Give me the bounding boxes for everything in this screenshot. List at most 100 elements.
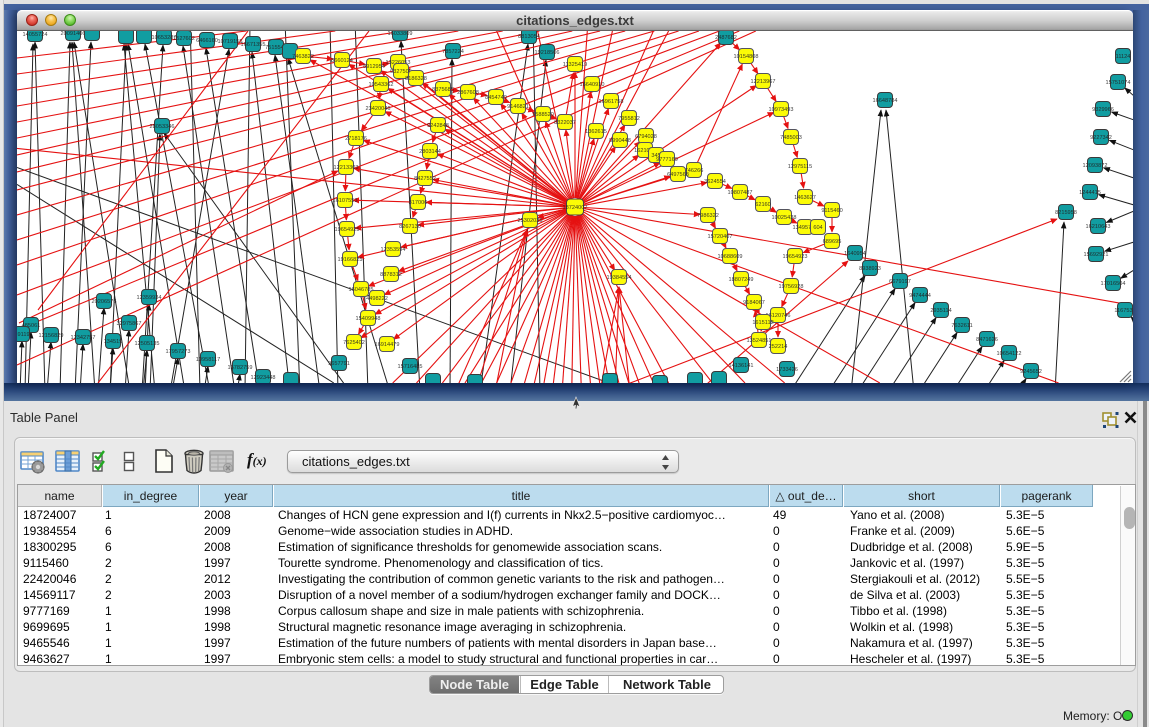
svg-text:16914479: 16914479 (375, 342, 400, 348)
svg-text:39119: 39119 (17, 332, 30, 338)
svg-text:20091406: 20091406 (61, 31, 86, 37)
svg-text:1615112: 1615112 (752, 320, 773, 326)
svg-text:12923448: 12923448 (251, 375, 276, 381)
svg-text:12505135: 12505135 (135, 341, 160, 347)
svg-text:9227342: 9227342 (1090, 135, 1112, 141)
svg-text:16961758: 16961758 (599, 99, 624, 105)
svg-text:19756928: 19756928 (779, 284, 804, 290)
svg-text:19218506: 19218506 (535, 50, 560, 56)
svg-text:19166825: 19166825 (338, 257, 363, 263)
svg-text:9245652: 9245652 (1020, 369, 1042, 375)
svg-text:9184067: 9184067 (743, 300, 765, 306)
svg-text:15720407: 15720407 (708, 234, 733, 240)
svg-text:9474444: 9474444 (909, 293, 931, 299)
svg-text:12342757: 12342757 (71, 335, 96, 341)
svg-text:8990448: 8990448 (609, 138, 631, 144)
svg-text:7485003: 7485003 (780, 135, 802, 141)
svg-text:689695: 689695 (823, 239, 842, 245)
svg-text:252214: 252214 (769, 344, 788, 350)
svg-text:16033809: 16033809 (388, 31, 413, 37)
svg-text:7625402: 7625402 (343, 340, 365, 346)
svg-text:8322037: 8322037 (554, 120, 576, 126)
svg-text:8267130: 8267130 (399, 224, 421, 230)
svg-text:16210643: 16210643 (1086, 224, 1111, 230)
svg-text:17957273: 17957273 (166, 349, 191, 355)
svg-text:18807249: 18807249 (729, 277, 754, 283)
svg-text:12975115: 12975115 (788, 164, 812, 170)
svg-text:1527602: 1527602 (173, 36, 195, 42)
svg-text:8186328: 8186328 (405, 76, 427, 82)
svg-text:2803144: 2803144 (419, 149, 441, 155)
svg-text:1167533: 1167533 (1114, 308, 1133, 314)
svg-text:28053346: 28053346 (150, 124, 175, 130)
svg-text:10654122: 10654122 (997, 351, 1022, 357)
svg-text:18724007: 18724007 (563, 205, 588, 211)
svg-text:1640954: 1640954 (844, 251, 866, 257)
svg-text:2718176: 2718176 (345, 136, 367, 142)
svg-text:16782759: 16782759 (228, 365, 253, 371)
svg-text:15409948: 15409948 (356, 316, 381, 322)
svg-text:12156829: 12156829 (39, 333, 64, 339)
svg-text:16671355: 16671355 (241, 42, 266, 48)
svg-text:817006: 817006 (409, 200, 428, 206)
svg-text:8938923: 8938923 (859, 266, 881, 272)
svg-text:9242848: 9242848 (427, 123, 449, 129)
svg-text:6466160: 6466160 (196, 38, 218, 44)
svg-text:12093872: 12093872 (1083, 163, 1108, 169)
svg-text:2935114: 2935114 (930, 308, 951, 314)
svg-text:7955812: 7955812 (618, 116, 640, 122)
svg-text:10543362: 10543362 (369, 82, 394, 88)
svg-text:12213303: 12213303 (334, 165, 359, 171)
svg-text:9657791: 9657791 (328, 361, 350, 367)
svg-text:2487682: 2487682 (715, 35, 737, 41)
svg-text:19654925: 19654925 (335, 227, 360, 233)
svg-text:12359934: 12359934 (137, 295, 162, 301)
svg-text:8878312: 8878312 (380, 272, 402, 278)
svg-text:11325419: 11325419 (563, 62, 587, 68)
svg-text:1733426: 1733426 (776, 367, 798, 373)
svg-text:6497568: 6497568 (667, 172, 689, 178)
svg-text:16107553: 16107553 (333, 198, 358, 204)
svg-text:8660124: 8660124 (331, 58, 353, 64)
svg-text:17016504: 17016504 (1101, 281, 1126, 287)
svg-text:12353594: 12353594 (381, 247, 406, 253)
svg-text:1588520: 1588520 (532, 112, 554, 118)
svg-text:14136141: 14136141 (729, 363, 754, 369)
svg-text:19654923: 19654923 (783, 254, 808, 260)
svg-text:15751074: 15751074 (1106, 80, 1131, 86)
svg-text:1244415: 1244415 (1079, 190, 1101, 196)
svg-text:7632611: 7632611 (951, 323, 972, 329)
svg-text:10958117: 10958117 (196, 357, 220, 363)
svg-text:15716485: 15716485 (398, 364, 423, 370)
svg-text:9146821: 9146821 (507, 104, 529, 110)
svg-text:4498222: 4498222 (366, 296, 388, 302)
svg-text:25302035: 25302035 (518, 218, 543, 224)
svg-text:7463822: 7463822 (292, 54, 314, 60)
svg-text:12213967: 12213967 (751, 79, 776, 85)
svg-text:6679197: 6679197 (889, 279, 911, 285)
svg-text:1463627: 1463627 (794, 195, 816, 201)
svg-text:604: 604 (813, 225, 822, 231)
svg-text:9777169: 9777169 (656, 157, 678, 163)
svg-text:8215958: 8215958 (1055, 210, 1077, 216)
svg-text:32975867: 32975867 (117, 321, 142, 327)
svg-text:14055724: 14055724 (23, 32, 48, 38)
svg-text:10719155: 10719155 (218, 39, 243, 45)
svg-text:8813054: 8813054 (518, 34, 540, 40)
svg-text:10973493: 10973493 (769, 107, 794, 113)
svg-text:8427552: 8427552 (414, 176, 436, 182)
svg-text:19384554: 19384554 (607, 275, 632, 281)
svg-text:10688609: 10688609 (718, 254, 743, 260)
svg-text:2867608: 2867608 (457, 90, 479, 96)
svg-text:20206576: 20206576 (92, 299, 117, 305)
svg-text:8471626: 8471626 (976, 337, 998, 343)
svg-text:9329966: 9329966 (1092, 107, 1114, 113)
svg-text:8912954: 8912954 (363, 64, 385, 70)
svg-text:16640910: 16640910 (580, 82, 605, 88)
svg-text:6794028: 6794028 (635, 134, 657, 140)
svg-text:9115460: 9115460 (821, 208, 842, 214)
svg-text:1362615: 1362615 (585, 129, 607, 135)
svg-text:62160: 62160 (755, 202, 771, 208)
svg-text:8454749: 8454749 (485, 95, 507, 101)
svg-text:23420046: 23420046 (366, 106, 391, 112)
